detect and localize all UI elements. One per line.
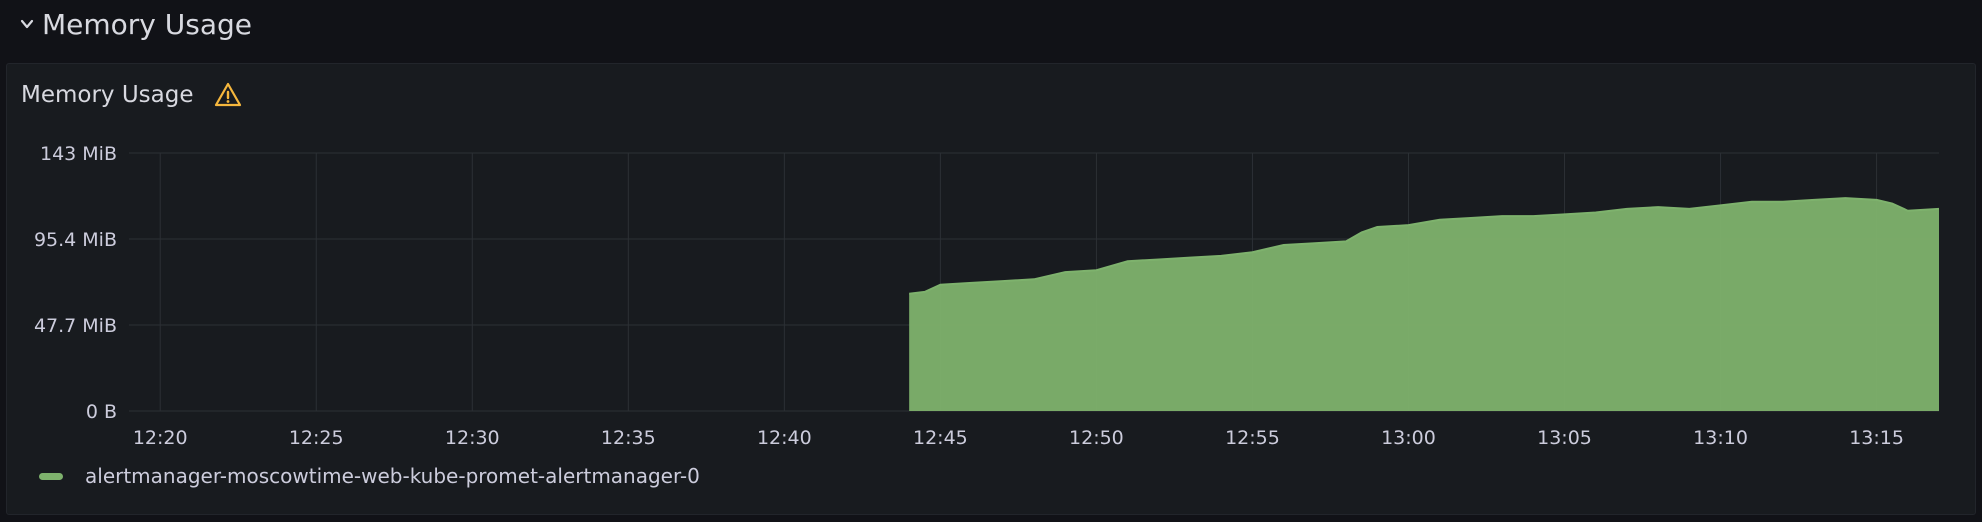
x-tick-label: 13:10 xyxy=(1693,427,1748,449)
legend-swatch xyxy=(39,472,63,480)
y-tick-label: 47.7 MiB xyxy=(34,315,117,337)
x-tick-label: 12:50 xyxy=(1069,427,1124,449)
memory-usage-chart: 0 B 47.7 MiB 95.4 MiB 143 MiB 12:20 12:25 12:3… xyxy=(34,143,1940,449)
x-tick-label: 13:15 xyxy=(1849,427,1904,449)
series-area xyxy=(909,198,1940,411)
x-tick-label: 12:25 xyxy=(289,427,344,449)
row-title: Memory Usage xyxy=(42,7,253,41)
x-tick-label: 12:45 xyxy=(913,427,968,449)
x-tick-label: 12:55 xyxy=(1225,427,1280,449)
y-tick-label: 0 B xyxy=(86,401,117,423)
legend-item[interactable]: alertmanager-moscowtime-web-kube-promet-… xyxy=(39,464,700,488)
y-tick-label: 143 MiB xyxy=(40,143,117,165)
legend-label: alertmanager-moscowtime-web-kube-promet-… xyxy=(85,464,700,488)
x-tick-label: 13:00 xyxy=(1381,427,1436,449)
y-tick-label: 95.4 MiB xyxy=(34,229,117,251)
x-tick-label: 12:40 xyxy=(757,427,812,449)
chevron-down-icon xyxy=(20,19,34,29)
x-tick-label: 12:20 xyxy=(133,427,188,449)
x-tick-label: 13:05 xyxy=(1537,427,1592,449)
row-collapse-toggle[interactable]: Memory Usage xyxy=(20,4,252,44)
x-tick-label: 12:35 xyxy=(601,427,656,449)
x-tick-label: 12:30 xyxy=(445,427,500,449)
memory-usage-panel: Memory Usage 0 B 47.7 MiB 95.4 MiB 143 MiB 1… xyxy=(6,63,1976,515)
